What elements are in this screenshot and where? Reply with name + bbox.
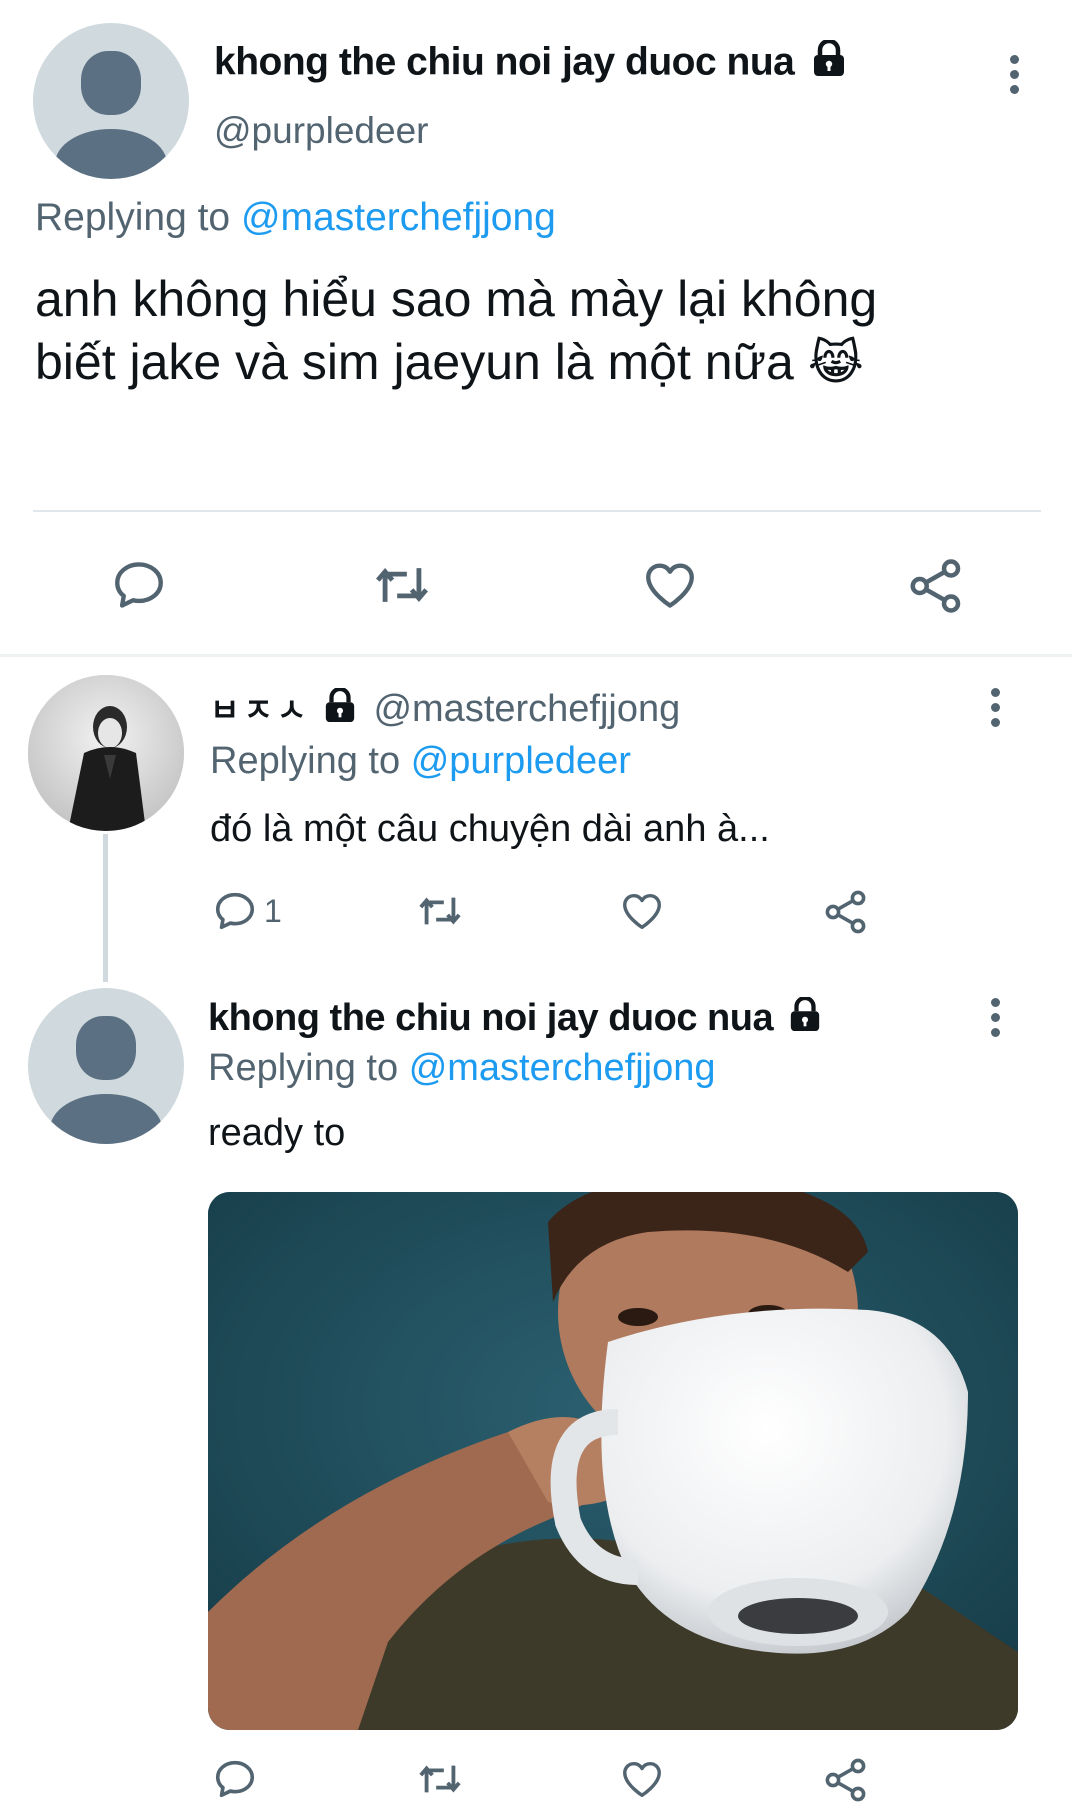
share-icon <box>910 559 961 613</box>
tweet-text: ready to <box>208 1112 346 1154</box>
lock-icon <box>323 686 357 734</box>
replying-to: Replying to @masterchefjjong <box>208 1047 716 1090</box>
replying-to: Replying to @masterchefjjong <box>35 196 556 240</box>
share-button[interactable] <box>822 888 870 936</box>
reply-icon <box>215 892 255 930</box>
replying-prefix: Replying to <box>208 1047 399 1089</box>
handle[interactable]: @masterchefjjong <box>373 688 680 730</box>
display-name[interactable]: khong the chiu noi jay duoc nua <box>214 40 795 83</box>
divider <box>33 510 1041 512</box>
retweet-icon <box>375 567 429 603</box>
retweet-button[interactable] <box>414 1756 466 1802</box>
share-button[interactable] <box>822 1756 870 1804</box>
reply-button[interactable]: 1 <box>212 888 282 934</box>
avatar[interactable] <box>28 988 184 1144</box>
avatar[interactable] <box>28 675 184 831</box>
avatar[interactable] <box>33 23 189 179</box>
tweet-text: anh không hiểu sao mà mày lại không biết… <box>35 268 877 395</box>
retweet-icon <box>419 897 461 925</box>
replying-to: Replying to @purpledeer <box>210 740 631 783</box>
author-row: khong the chiu noi jay duoc nua <box>214 38 847 88</box>
reply-count: 1 <box>264 892 282 929</box>
share-icon <box>825 890 866 934</box>
display-name[interactable]: khong the chiu noi jay duoc nua <box>208 997 774 1039</box>
reply-button[interactable] <box>110 556 168 614</box>
thread-line <box>103 834 108 982</box>
replying-to-link[interactable]: @masterchefjjong <box>409 1047 716 1089</box>
retweet-icon <box>419 1765 461 1793</box>
retweet-button[interactable] <box>370 556 434 614</box>
reply-icon <box>215 1760 255 1798</box>
tweet-text-line: anh không hiểu sao mà mày lại không <box>35 271 878 327</box>
reply-icon <box>115 562 163 608</box>
replying-to-link[interactable]: @masterchefjjong <box>241 196 556 239</box>
lock-icon <box>811 38 847 88</box>
more-vertical-icon[interactable] <box>989 688 1001 733</box>
replying-prefix: Replying to <box>35 196 231 239</box>
replying-prefix: Replying to <box>210 740 401 782</box>
handle[interactable]: @purpledeer <box>214 110 428 152</box>
lock-icon <box>788 995 822 1043</box>
section-divider <box>0 654 1072 657</box>
share-button[interactable] <box>906 556 966 616</box>
author-row: ㅂㅈㅅ @masterchefjjong <box>210 685 680 734</box>
grinning-cat-emoji: 😹 <box>807 337 864 390</box>
reply-button[interactable] <box>212 1756 258 1802</box>
replying-to-link[interactable]: @purpledeer <box>411 740 631 782</box>
like-button[interactable] <box>618 1756 666 1802</box>
tweet-text: đó là một câu chuyện dài anh à... <box>210 808 770 850</box>
heart-icon <box>623 893 661 930</box>
heart-icon <box>623 1761 661 1798</box>
media-image[interactable] <box>208 1192 1018 1730</box>
heart-icon <box>646 563 694 608</box>
more-vertical-icon[interactable] <box>1008 55 1020 100</box>
display-name[interactable]: ㅂㅈㅅ <box>210 692 310 728</box>
like-button[interactable] <box>640 556 700 614</box>
more-vertical-icon[interactable] <box>989 998 1001 1043</box>
tweet-text-line: biết jake và sim jaeyun là một nữa <box>35 334 794 390</box>
retweet-button[interactable] <box>414 888 466 934</box>
author-row: khong the chiu noi jay duoc nua <box>208 995 822 1043</box>
share-icon <box>825 1758 866 1802</box>
like-button[interactable] <box>618 888 666 934</box>
